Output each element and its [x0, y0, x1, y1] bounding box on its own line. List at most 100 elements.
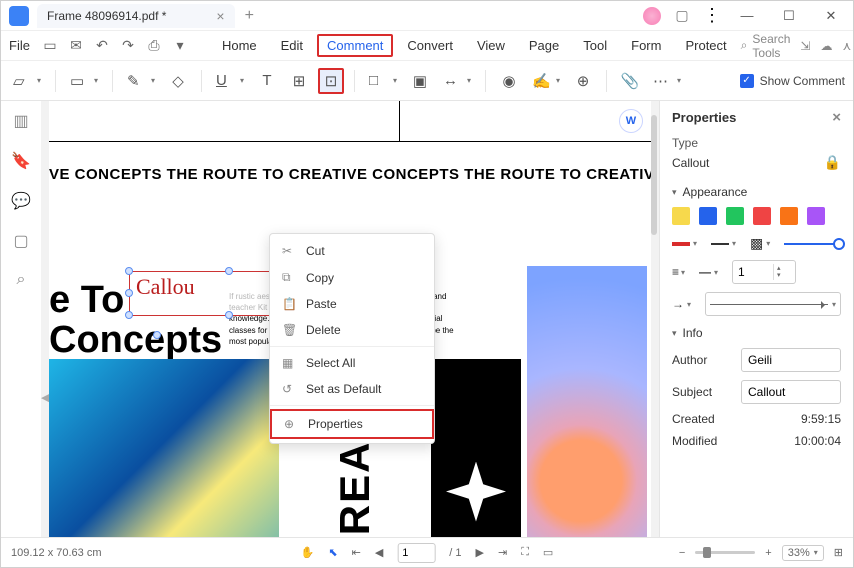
opacity-spinner[interactable]: ▴▾ [732, 260, 796, 284]
menu-edit[interactable]: Edit [271, 34, 313, 57]
stamp-tool[interactable]: ◉ [496, 68, 522, 94]
end-arrow-dropdown[interactable]: ▾ [705, 292, 841, 316]
appearance-section[interactable]: ▾ Appearance [672, 185, 841, 199]
zoom-in-icon[interactable]: + [765, 547, 771, 559]
file-menu[interactable]: File [9, 38, 30, 53]
eraser-tool[interactable]: ◇ [165, 68, 191, 94]
signature-tool[interactable]: ✍▾ [528, 68, 564, 94]
line-style-dropdown[interactable]: ▾ [711, 239, 736, 248]
close-window-button[interactable]: ✕ [817, 4, 845, 28]
area-tool[interactable]: ▣ [407, 68, 433, 94]
selection-handle[interactable] [153, 331, 161, 339]
more-icon[interactable]: ⋮ [703, 5, 719, 26]
qat-caret-icon[interactable]: ▾ [172, 37, 188, 54]
fill-color-dropdown[interactable]: ▾ [672, 239, 697, 248]
swatch-purple[interactable] [807, 207, 825, 225]
box-icon[interactable]: ▢ [675, 9, 689, 23]
underline-tool[interactable]: U▾ [212, 68, 248, 94]
line-dash-dropdown[interactable]: ≡▾ [672, 265, 685, 279]
swatch-yellow[interactable] [672, 207, 690, 225]
selection-handle[interactable] [225, 311, 233, 319]
fullscreen-icon[interactable]: ⊞ [834, 546, 843, 559]
highlight-tool[interactable]: ▭▾ [66, 68, 102, 94]
menu-tool[interactable]: Tool [573, 34, 617, 57]
bookmarks-icon[interactable]: 🔖 [11, 151, 31, 171]
cm-copy[interactable]: ⧉Copy [270, 264, 434, 291]
cloud-icon[interactable]: ☁ [820, 39, 832, 53]
menu-comment[interactable]: Comment [317, 34, 393, 57]
attachment-tool[interactable]: 📎 [617, 68, 643, 94]
opacity-slider[interactable] [784, 243, 841, 245]
maximize-button[interactable]: ☐ [775, 4, 803, 28]
menu-form[interactable]: Form [621, 34, 671, 57]
close-panel-icon[interactable]: × [832, 109, 841, 126]
menu-view[interactable]: View [467, 34, 515, 57]
author-input[interactable] [741, 348, 841, 372]
fit-page-icon[interactable]: ▭ [543, 546, 553, 559]
swatch-blue[interactable] [699, 207, 717, 225]
text-tool[interactable]: T [254, 68, 280, 94]
minimize-button[interactable]: — [733, 4, 761, 28]
comments-icon[interactable]: 💬 [11, 191, 31, 211]
fit-width-icon[interactable]: ⛶ [521, 546, 529, 559]
first-page-icon[interactable]: ⇤ [352, 546, 361, 559]
cm-delete[interactable]: 🗑Delete [270, 317, 434, 343]
redo-icon[interactable]: ↷ [120, 37, 136, 54]
collapse-ribbon-icon[interactable]: ⋏ [842, 39, 851, 53]
print-icon[interactable]: ⎙ [146, 37, 162, 54]
selection-handle[interactable] [225, 267, 233, 275]
search-tools[interactable]: ⌕ Search Tools [741, 32, 791, 60]
close-tab-icon[interactable]: × [216, 8, 224, 24]
selection-handle[interactable] [125, 267, 133, 275]
start-arrow-dropdown[interactable]: →▾ [672, 297, 691, 311]
menu-home[interactable]: Home [212, 34, 267, 57]
line-width-dropdown[interactable]: —▾ [699, 265, 718, 279]
note-tool[interactable]: ▱▾ [9, 68, 45, 94]
cm-set-default[interactable]: ↺Set as Default [270, 376, 434, 402]
select-tool-icon[interactable]: ⬉ [328, 546, 337, 559]
prev-page-icon[interactable]: ◀ [375, 546, 383, 559]
cm-properties[interactable]: ⊕Properties [270, 409, 434, 439]
selection-handle[interactable] [125, 289, 133, 297]
cm-paste[interactable]: 📋Paste [270, 291, 434, 317]
lock-icon[interactable]: 🔒 [824, 154, 841, 171]
more-tool[interactable]: ⋯▾ [649, 68, 685, 94]
attachments-icon[interactable]: ▢ [13, 231, 28, 251]
stamp2-tool[interactable]: ⊕ [570, 68, 596, 94]
menu-convert[interactable]: Convert [397, 34, 463, 57]
mail-icon[interactable]: ✉ [68, 37, 84, 54]
textbox-tool[interactable]: ⊞ [286, 68, 312, 94]
undo-icon[interactable]: ↶ [94, 37, 110, 54]
zoom-slider[interactable] [695, 551, 755, 554]
zoom-out-icon[interactable]: − [679, 547, 685, 559]
info-section[interactable]: ▾ Info [672, 326, 841, 340]
cm-select-all[interactable]: ▦Select All [270, 350, 434, 376]
add-tab-icon[interactable]: + [245, 7, 254, 25]
page-input[interactable] [397, 543, 435, 563]
scrollbar[interactable] [651, 115, 657, 235]
callout-tool[interactable]: ⊡ [318, 68, 344, 94]
shape-tool[interactable]: □▾ [365, 68, 401, 94]
word-badge-icon[interactable]: W [619, 109, 643, 133]
swatch-green[interactable] [726, 207, 744, 225]
thumbnails-icon[interactable]: ▥ [13, 111, 28, 131]
last-page-icon[interactable]: ⇥ [498, 546, 507, 559]
menu-page[interactable]: Page [519, 34, 569, 57]
next-page-icon[interactable]: ▶ [476, 546, 484, 559]
save-icon[interactable]: ▭ [42, 37, 58, 54]
measure-tool[interactable]: ↔▾ [439, 68, 475, 94]
share-icon[interactable]: ⇲ [800, 39, 810, 53]
show-comment-toggle[interactable]: ✓ Show Comment [740, 74, 845, 88]
opacity-input[interactable] [733, 265, 773, 279]
pencil-tool[interactable]: ✎▾ [123, 68, 159, 94]
swatch-orange[interactable] [780, 207, 798, 225]
swatch-red[interactable] [753, 207, 771, 225]
cm-cut[interactable]: ✂Cut [270, 238, 434, 264]
menu-protect[interactable]: Protect [675, 34, 736, 57]
selection-handle[interactable] [125, 311, 133, 319]
avatar-icon[interactable] [643, 7, 661, 25]
zoom-dropdown[interactable]: 33%▾ [782, 545, 824, 561]
document-tab[interactable]: Frame 48096914.pdf * × [37, 4, 235, 28]
opacity-pattern-dropdown[interactable]: ▩▾ [750, 235, 770, 252]
search-panel-icon[interactable]: ⌕ [17, 271, 26, 289]
